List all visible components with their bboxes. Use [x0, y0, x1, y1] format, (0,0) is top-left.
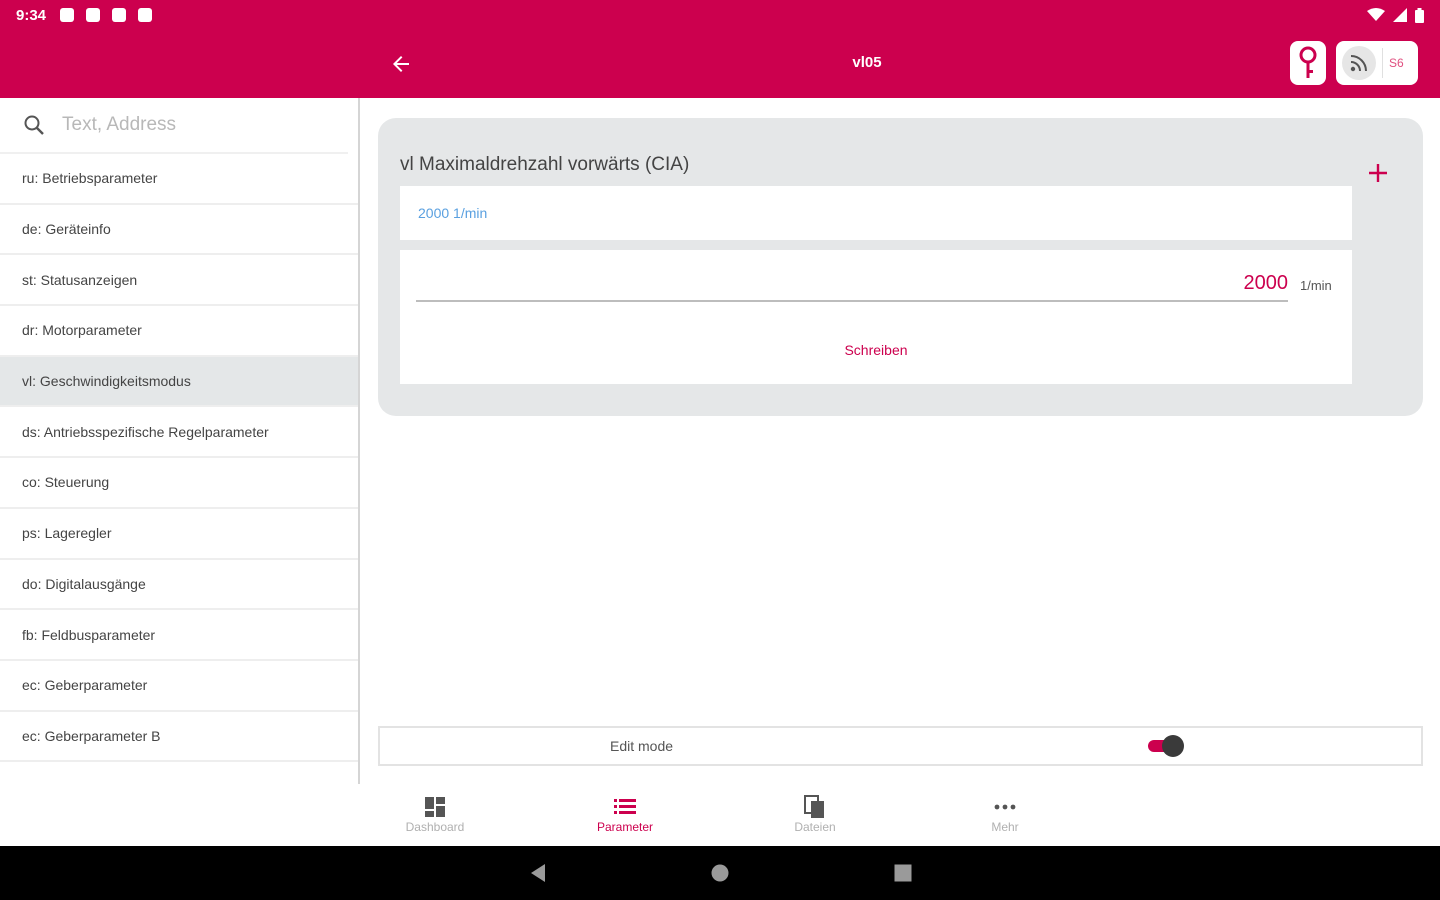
- back-button[interactable]: [385, 48, 417, 80]
- dashboard-icon: [425, 797, 445, 817]
- nav-dateien-label: Dateien: [794, 820, 836, 834]
- add-button[interactable]: [1363, 158, 1393, 188]
- sidebar-item-vl[interactable]: vl: Geschwindigkeitsmodus: [0, 356, 358, 408]
- connection-button[interactable]: S6: [1336, 41, 1418, 85]
- sidebar-item-ec-b[interactable]: ec: Geberparameter B: [0, 712, 358, 763]
- key-icon: [1299, 46, 1317, 78]
- sidebar-item-do[interactable]: do: Digitalausgänge: [0, 560, 358, 611]
- status-bar: 9:34: [0, 0, 1440, 30]
- nav-dashboard[interactable]: Dashboard: [375, 794, 495, 834]
- parameter-title: vl Maximaldrehzahl vorwärts (CIA): [400, 154, 690, 175]
- sidebar-item-st[interactable]: st: Statusanzeigen: [0, 255, 358, 307]
- system-back-icon[interactable]: [528, 863, 548, 883]
- battery-icon: [1415, 7, 1424, 23]
- connection-label: S6: [1389, 56, 1404, 70]
- nav-parameter-label: Parameter: [596, 820, 654, 834]
- write-button[interactable]: Schreiben: [400, 342, 1352, 358]
- arrow-left-icon: [393, 56, 409, 72]
- sidebar: ru: Betriebsparameter de: Geräteinfo st:…: [0, 98, 360, 784]
- sidebar-item-de[interactable]: de: Geräteinfo: [0, 205, 358, 256]
- sidebar-item-ec[interactable]: ec: Geberparameter: [0, 661, 358, 712]
- nav-dashboard-label: Dashboard: [405, 820, 465, 834]
- list-icon: [614, 799, 636, 814]
- search-icon: [24, 115, 44, 135]
- sidebar-item-ps[interactable]: ps: Lageregler: [0, 509, 358, 560]
- search-input[interactable]: [62, 114, 322, 136]
- toggle-thumb: [1162, 735, 1184, 757]
- status-notification-icons: [60, 8, 153, 22]
- edit-mode-toggle[interactable]: [1148, 735, 1184, 757]
- app-bar: vl05 S6: [0, 30, 1440, 98]
- current-value: 2000 1/min: [400, 186, 1352, 240]
- settings-notification-icon: [60, 8, 75, 22]
- sidebar-item-ru[interactable]: ru: Betriebsparameter: [0, 154, 358, 205]
- connection-divider: [1382, 48, 1383, 78]
- sd-card-icon: [138, 8, 153, 22]
- nav-dateien[interactable]: Dateien: [755, 794, 875, 834]
- system-navigation-bar: [0, 846, 1440, 900]
- system-home-icon[interactable]: [710, 863, 730, 883]
- main-content: vl Maximaldrehzahl vorwärts (CIA) 2000 1…: [360, 98, 1440, 784]
- edit-mode-label: Edit mode: [610, 738, 674, 754]
- value-unit: 1/min: [1300, 278, 1332, 293]
- parameter-card: vl Maximaldrehzahl vorwärts (CIA) 2000 1…: [378, 118, 1423, 416]
- status-system-icons: [1367, 7, 1424, 23]
- status-time: 9:34: [16, 6, 47, 24]
- sidebar-item-dr[interactable]: dr: Motorparameter: [0, 306, 358, 357]
- plus-icon: [1369, 164, 1387, 182]
- app-notification-icon: [112, 8, 127, 22]
- more-icon: [994, 804, 1016, 810]
- sidebar-item-fb[interactable]: fb: Feldbusparameter: [0, 610, 358, 661]
- edit-mode-bar: Edit mode: [378, 726, 1423, 766]
- write-panel: 2000 1/min Schreiben: [400, 250, 1352, 384]
- sidebar-item-co[interactable]: co: Steuerung: [0, 458, 358, 509]
- files-icon: [804, 795, 824, 818]
- signal-icon: [1393, 8, 1407, 22]
- settings-notification-icon-2: [86, 8, 101, 22]
- value-input[interactable]: 2000: [416, 270, 1288, 302]
- bottom-navigation: Dashboard Parameter Dateien Mehr: [360, 784, 1440, 846]
- nav-mehr-label: Mehr: [991, 820, 1019, 834]
- key-button[interactable]: [1290, 41, 1326, 85]
- nav-parameter[interactable]: Parameter: [565, 794, 685, 834]
- system-recents-icon[interactable]: [893, 863, 913, 883]
- page-title: vl05: [852, 54, 882, 71]
- sidebar-item-ds[interactable]: ds: Antriebsspezifische Regelparameter: [0, 407, 358, 459]
- rss-icon: [1342, 46, 1376, 80]
- wifi-icon: [1367, 8, 1385, 21]
- nav-mehr[interactable]: Mehr: [945, 794, 1065, 834]
- search-bar: [0, 98, 348, 154]
